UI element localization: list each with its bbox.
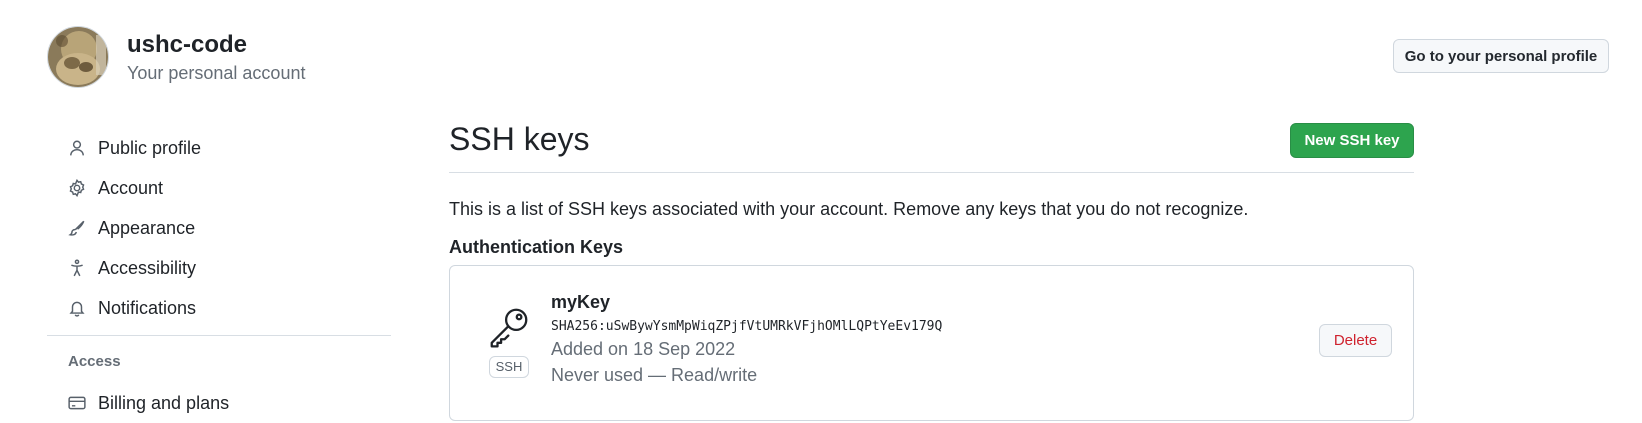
account-subtitle: Your personal account [127,62,306,83]
sidebar-item-notifications[interactable]: Notifications [47,288,391,328]
sidebar-group-access: Access [68,353,121,370]
sidebar-item-label: Account [98,177,164,198]
sidebar-divider [47,335,391,336]
key-icon-column: SSH [486,304,532,378]
account-header: ushc-code Your personal account [47,26,305,88]
key-name: myKey [551,292,611,312]
sidebar-item-label: Billing and plans [98,392,230,413]
sidebar-item-accessibility[interactable]: Accessibility [47,248,391,288]
key-icon [486,304,532,350]
bell-icon [66,297,88,319]
paintbrush-icon [66,217,88,239]
gear-icon [66,177,88,199]
account-username[interactable]: ushc-code [127,30,305,60]
ssh-key-item: SSH myKey SHA256:uSwBywYsmMpWiqZPjfVtUMR… [449,265,1414,421]
person-icon [66,137,88,159]
sidebar-item-billing[interactable]: Billing and plans [47,383,391,423]
sidebar-item-label: Accessibility [98,257,197,278]
ssh-keys-main: SSH keys New SSH key This is a list of S… [449,117,1414,421]
page-title: SSH keys [449,121,590,157]
sidebar-item-label: Public profile [98,137,202,158]
ssh-badge: SSH [488,356,530,378]
key-usage: Never used — Read/write [551,365,758,385]
new-ssh-key-button[interactable]: New SSH key [1290,123,1414,158]
sidebar-item-appearance[interactable]: Appearance [47,208,391,248]
sidebar-item-label: Appearance [98,217,196,238]
section-title: Authentication Keys [449,237,624,257]
key-fingerprint: SHA256:uSwBywYsmMpWiqZPjfVtUMRkVFjhOMlLQ… [551,319,943,334]
settings-sidebar: Public profile Account Appearance Access… [47,128,391,423]
delete-key-button[interactable]: Delete [1319,324,1392,357]
intro-text: This is a list of SSH keys associated wi… [449,199,1249,219]
sidebar-item-account[interactable]: Account [47,168,391,208]
credit-card-icon [66,392,88,414]
accessibility-icon [66,257,88,279]
key-info: myKey SHA256:uSwBywYsmMpWiqZPjfVtUMRkVFj… [551,290,942,388]
sidebar-item-public-profile[interactable]: Public profile [47,128,391,168]
sidebar-item-label: Notifications [98,297,197,318]
key-added-date: Added on 18 Sep 2022 [551,339,736,359]
avatar[interactable] [47,26,109,88]
go-to-profile-button[interactable]: Go to your personal profile [1393,39,1609,73]
page-header: SSH keys New SSH key [449,117,1414,173]
